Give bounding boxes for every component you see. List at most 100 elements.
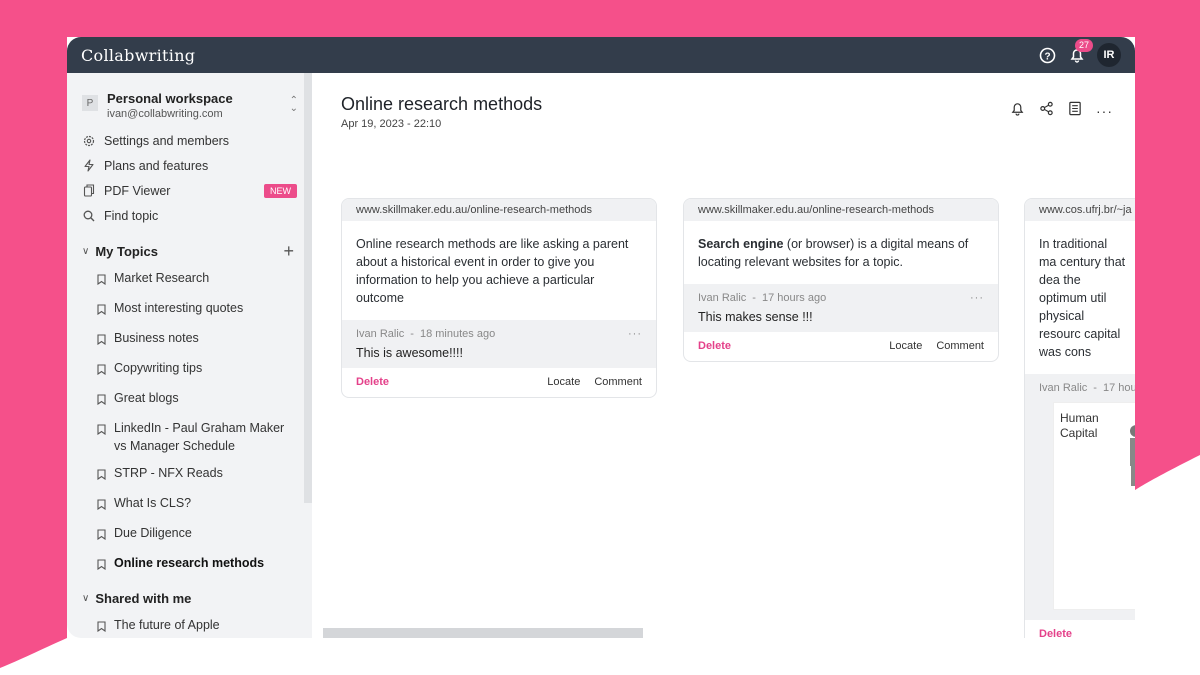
delete-button[interactable]: Delete <box>1039 628 1072 638</box>
topic-item[interactable]: Business notes <box>67 324 312 354</box>
bookmark-icon <box>97 557 106 575</box>
card-actions: Delete Locate Comment <box>684 332 998 361</box>
topic-item[interactable]: Online research methods <box>67 549 312 579</box>
bookmark-icon <box>97 467 106 485</box>
share-icon[interactable] <box>1039 101 1054 121</box>
bookmark-icon <box>97 332 106 350</box>
comment-button[interactable]: Comment <box>936 340 984 352</box>
my-topics-title: My Topics <box>95 243 158 259</box>
topic-label: Online research methods <box>114 556 265 570</box>
locate-button[interactable]: Locate <box>889 340 922 352</box>
page-actions: ··· <box>1010 101 1113 121</box>
card-text: Online research methods are like asking … <box>356 237 629 305</box>
shared-title: Shared with me <box>95 590 192 606</box>
topic-item[interactable]: Market Research <box>67 264 312 294</box>
topic-label: Market Research <box>114 271 210 285</box>
topic-label: What Is CLS? <box>114 496 192 510</box>
topic-item[interactable]: Great blogs <box>67 384 312 414</box>
comment-time: 18 minutes ago <box>419 328 496 340</box>
topic-label: Business notes <box>114 331 199 345</box>
menu-find-topic[interactable]: Find topic <box>67 203 312 228</box>
highlight-card[interactable]: www.skillmaker.edu.au/online-research-me… <box>683 198 999 362</box>
card-image: Human Capital <box>1053 402 1135 610</box>
topic-item[interactable]: The future of Apple <box>67 611 312 638</box>
card-url[interactable]: www.skillmaker.edu.au/online-research-me… <box>684 199 998 221</box>
topic-label: Copywriting tips <box>114 361 203 375</box>
my-topics-list: Market Research Most interesting quotes Bu… <box>67 264 312 579</box>
comment-time: 17 hou <box>1102 382 1135 394</box>
card-comment: Ivan Ralic - 17 hours ago ··· This makes… <box>684 284 998 332</box>
workspace-avatar: P <box>82 95 98 111</box>
notifications-icon[interactable]: 27 <box>1067 39 1093 65</box>
bolt-icon <box>82 159 96 173</box>
topic-label: LinkedIn - Paul Graham Maker vs Manager … <box>114 421 285 453</box>
menu-find-label: Find topic <box>104 208 159 223</box>
gear-icon <box>82 134 96 148</box>
workspace-name: Personal workspace <box>107 91 233 106</box>
more-options-icon[interactable]: ··· <box>1096 103 1113 119</box>
topic-item[interactable]: What Is CLS? <box>67 489 312 519</box>
more-options-icon[interactable]: ··· <box>970 292 984 304</box>
image-caption: Human Capital <box>1060 411 1099 440</box>
shared-list: The future of AppleThe Cobb's Paradox – … <box>67 611 312 638</box>
sidebar: P Personal workspace ivan@collabwriting.… <box>67 73 312 638</box>
locate-button[interactable]: Locate <box>547 376 580 388</box>
main-content: Online research methods Apr 19, 2023 - 2… <box>323 73 1135 638</box>
more-options-icon[interactable]: ··· <box>628 328 642 340</box>
menu-pdf-viewer[interactable]: PDF Viewer NEW <box>67 178 312 203</box>
menu-settings[interactable]: Settings and members <box>67 128 312 153</box>
comment-text: This is awesome!!!! <box>356 346 463 360</box>
page-date: Apr 19, 2023 - 22:10 <box>341 118 442 130</box>
shared-header[interactable]: ∨ Shared with me <box>67 585 312 611</box>
card-url[interactable]: www.skillmaker.edu.au/online-research-me… <box>342 199 656 221</box>
topic-item[interactable]: LinkedIn - Paul Graham Maker vs Manager … <box>67 414 312 459</box>
notifications-badge: 27 <box>1074 39 1093 52</box>
page-title: Online research methods <box>341 94 543 114</box>
chevron-updown-icon: ⌃ ⌄ <box>289 95 298 114</box>
new-badge: NEW <box>264 183 297 198</box>
workspace-switcher[interactable]: P Personal workspace ivan@collabwriting.… <box>67 73 312 128</box>
comment-author: Ivan Ralic <box>356 328 405 340</box>
chevron-down-icon: ∨ <box>82 245 90 257</box>
people-illustration <box>1130 425 1135 486</box>
comment-button[interactable]: Comment <box>594 376 642 388</box>
bookmark-icon <box>97 619 106 637</box>
search-icon <box>82 209 96 223</box>
card-url[interactable]: www.cos.ufrj.br/~ja <box>1025 199 1135 221</box>
document-icon[interactable] <box>1068 101 1082 121</box>
svg-text:?: ? <box>1044 51 1050 62</box>
topic-item[interactable]: Most interesting quotes <box>67 294 312 324</box>
bookmark-icon <box>97 497 106 515</box>
brand-logo[interactable]: Collabwriting <box>81 46 195 65</box>
topic-item[interactable]: Copywriting tips <box>67 354 312 384</box>
card-comment: Ivan Ralic - 17 hou Human Capital <box>1025 374 1135 620</box>
card-comment: Ivan Ralic - 18 minutes ago ··· This is … <box>342 320 656 368</box>
card-actions: Delete <box>1025 620 1135 638</box>
sidebar-scrollbar[interactable] <box>304 73 312 503</box>
card-text: Search engine (or browser) is a digital … <box>684 221 998 284</box>
menu-pdf-label: PDF Viewer <box>104 183 171 198</box>
topic-label: Most interesting quotes <box>114 301 244 315</box>
topic-label: STRP - NFX Reads <box>114 466 223 480</box>
menu-plans[interactable]: Plans and features <box>67 153 312 178</box>
highlight-card[interactable]: www.cos.ufrj.br/~ja In traditional ma ce… <box>1024 198 1135 638</box>
delete-button[interactable]: Delete <box>356 376 389 388</box>
add-topic-icon[interactable]: + <box>283 241 294 262</box>
bookmark-icon <box>97 272 106 290</box>
my-topics-header[interactable]: ∨ My Topics + <box>67 238 312 264</box>
horizontal-scrollbar[interactable] <box>323 628 643 638</box>
avatar[interactable]: IR <box>1097 43 1121 67</box>
topic-label: Due Diligence <box>114 526 192 540</box>
bookmark-icon <box>97 392 106 410</box>
comment-time: 17 hours ago <box>761 292 827 304</box>
delete-button[interactable]: Delete <box>698 340 731 352</box>
top-bar: Collabwriting ? 27 IR <box>67 37 1135 73</box>
help-icon[interactable]: ? <box>1037 45 1057 65</box>
topic-item[interactable]: STRP - NFX Reads <box>67 459 312 489</box>
highlight-card[interactable]: www.skillmaker.edu.au/online-research-me… <box>341 198 657 398</box>
menu-plans-label: Plans and features <box>104 158 209 173</box>
topic-label: The future of Apple <box>114 618 220 632</box>
topic-item[interactable]: Due Diligence <box>67 519 312 549</box>
app-window: Collabwriting ? 27 IR P Personal workspa… <box>67 37 1135 638</box>
bell-icon[interactable] <box>1010 101 1025 121</box>
